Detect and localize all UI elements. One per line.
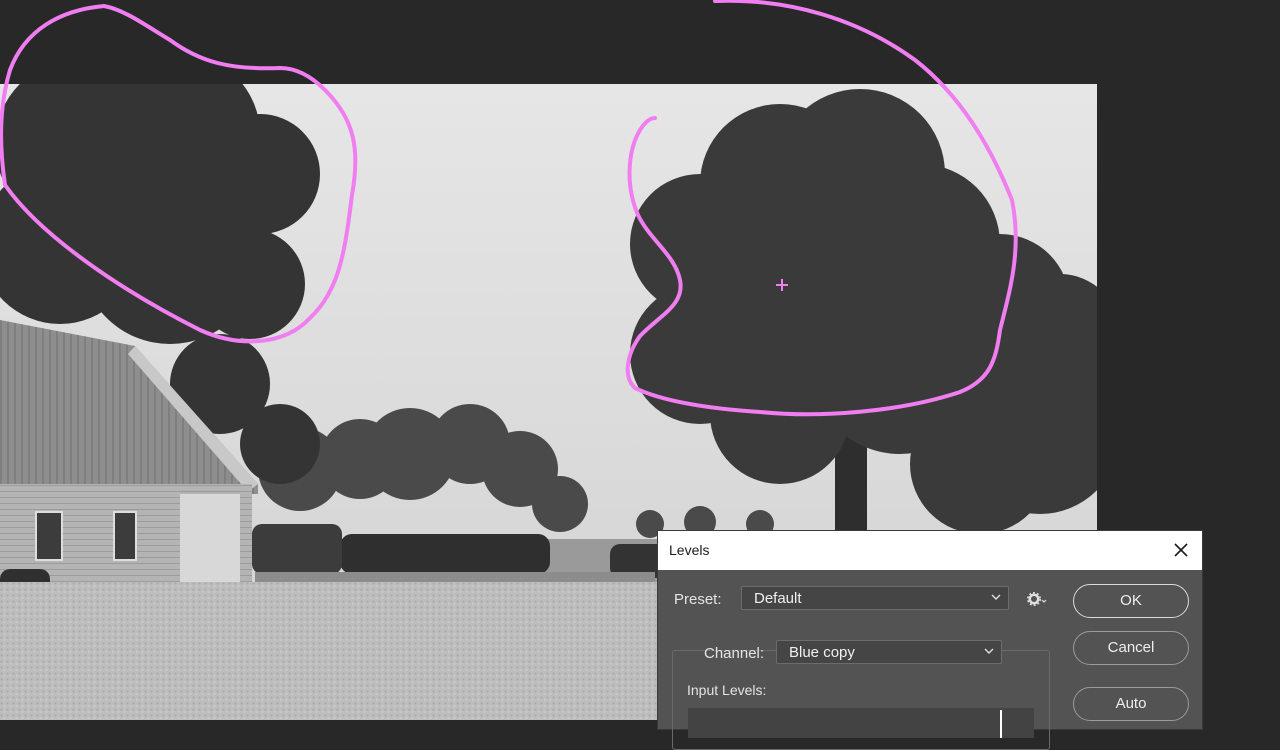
preset-value: Default [754,590,802,607]
gear-icon[interactable] [1026,591,1048,607]
input-levels-histogram [688,708,1034,738]
auto-button[interactable]: Auto [1073,687,1189,721]
close-icon[interactable] [1170,539,1192,561]
channel-select[interactable]: Blue copy [776,640,1002,664]
preset-label: Preset: [674,591,722,608]
histogram-graph [1000,710,1002,738]
dialog-title: Levels [669,542,710,558]
dialog-titlebar[interactable]: Levels [658,531,1202,570]
channel-value: Blue copy [789,644,855,661]
preset-select[interactable]: Default [741,586,1009,610]
input-levels-label: Input Levels: [687,682,767,698]
chevron-down-icon [991,594,1001,600]
cancel-button[interactable]: Cancel [1073,631,1189,665]
channel-label: Channel: [704,645,765,662]
levels-dialog: Levels Preset: Default Channel: Blue cop… [657,530,1203,750]
ok-button[interactable]: OK [1073,584,1189,618]
chevron-down-icon [984,648,994,654]
